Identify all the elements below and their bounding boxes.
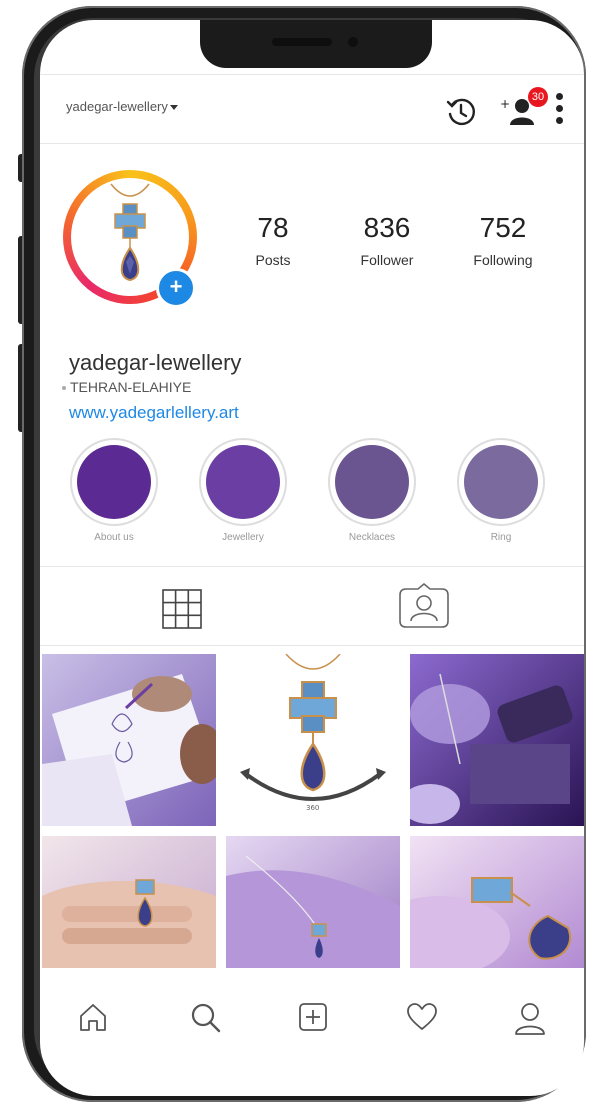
- phone-screen: yadegar-lewellery + 30 + 78 Posts 836 Fo…: [40, 20, 584, 1096]
- following-stat[interactable]: 752 Following: [448, 212, 558, 268]
- account-switcher[interactable]: yadegar-lewellery: [66, 99, 178, 114]
- home-icon[interactable]: [78, 1002, 108, 1037]
- highlight-cover: [206, 445, 280, 519]
- highlight-cover: [335, 445, 409, 519]
- account-username: yadegar-lewellery: [66, 99, 168, 114]
- highlight-about-us[interactable]: About us: [70, 438, 158, 543]
- followers-count: 836: [363, 212, 411, 243]
- highlight-jewellery[interactable]: Jewellery: [199, 438, 287, 543]
- following-count: 752: [479, 212, 527, 243]
- notch: [200, 20, 432, 68]
- history-icon[interactable]: [444, 95, 478, 134]
- tagged-user-icon[interactable]: [398, 582, 450, 634]
- speaker: [272, 38, 332, 46]
- highlight-cover: [464, 445, 538, 519]
- posts-count: 78: [257, 212, 289, 243]
- highlight-ring: [328, 438, 416, 526]
- highlight-label: Ring: [490, 532, 512, 543]
- profile-name: yadegar-lewellery: [69, 350, 242, 375]
- post-thumbnail[interactable]: [226, 836, 400, 1008]
- post-thumbnail[interactable]: [42, 654, 216, 826]
- search-icon[interactable]: [190, 1002, 222, 1039]
- highlight-ring: [70, 438, 158, 526]
- profile-icon[interactable]: [514, 1002, 546, 1041]
- profile-tabs: [40, 566, 584, 646]
- front-camera: [348, 37, 358, 47]
- highlight-label: Necklaces: [348, 532, 396, 543]
- heart-icon[interactable]: [406, 1002, 438, 1037]
- location-dot: [62, 386, 66, 391]
- post-thumbnail[interactable]: [42, 836, 216, 1008]
- highlight-label: Jewellery: [222, 532, 264, 543]
- rotation-label: 360: [306, 804, 319, 812]
- following-label: Following: [473, 252, 533, 268]
- add-story-button[interactable]: +: [156, 268, 196, 308]
- highlight-necklaces[interactable]: Necklaces: [328, 438, 416, 543]
- post-thumbnail[interactable]: 360: [226, 654, 400, 826]
- svg-text:+: +: [500, 97, 510, 111]
- highlight-ring: [199, 438, 287, 526]
- followers-label: Follower: [360, 252, 414, 268]
- followers-stat[interactable]: 836 Follower: [332, 212, 442, 268]
- post-thumbnail[interactable]: [410, 836, 584, 1008]
- grid-icon[interactable]: [162, 589, 202, 634]
- profile-location: TEHRAN-ELAHIYE: [62, 379, 191, 395]
- notification-badge: 30: [528, 87, 548, 107]
- profile-top-bar: yadegar-lewellery + 30: [40, 74, 584, 144]
- highlight-cover: [77, 445, 151, 519]
- highlight-label: About us: [94, 532, 134, 543]
- more-options-icon[interactable]: [556, 93, 566, 129]
- location-text: TEHRAN-ELAHIYE: [70, 379, 192, 395]
- posts-label: Posts: [255, 252, 291, 268]
- chevron-down-icon: [169, 105, 178, 111]
- posts-stat[interactable]: 78 Posts: [218, 212, 328, 268]
- bottom-nav: [40, 988, 584, 1048]
- add-post-icon[interactable]: [298, 1002, 328, 1037]
- website-link[interactable]: www.yadegarlellery.art: [69, 403, 239, 423]
- post-thumbnail[interactable]: [410, 654, 584, 826]
- highlight-ring[interactable]: Ring: [457, 438, 545, 543]
- highlight-ring: [457, 438, 545, 526]
